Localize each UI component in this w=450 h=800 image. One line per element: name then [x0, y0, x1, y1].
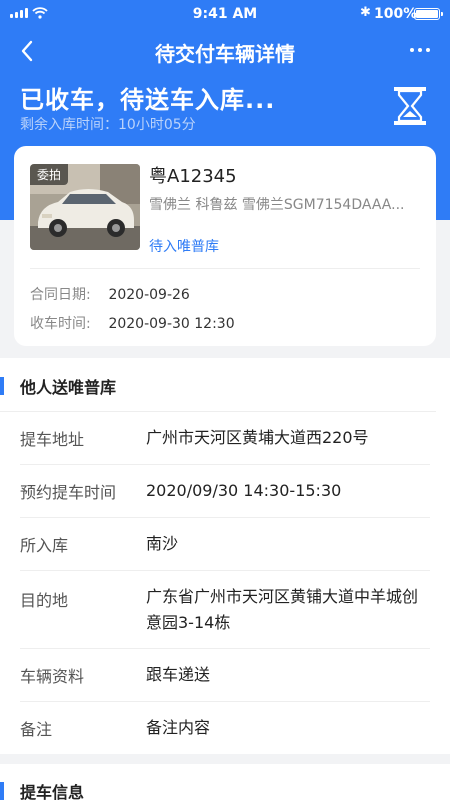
detail-label: 备注	[20, 720, 53, 739]
detail-label: 所入库	[20, 536, 69, 555]
detail-value: 2020/09/30 14:30-15:30	[146, 481, 342, 500]
nav-bar: 待交付车辆详情	[0, 32, 450, 72]
contract-date-label: 合同日期:	[30, 287, 91, 303]
receive-time-label: 收车时间:	[30, 316, 91, 332]
contract-date-row: 合同日期: 2020-09-26	[30, 284, 190, 304]
divider	[30, 268, 420, 269]
detail-row-warehouse: 所入库 南沙	[20, 518, 430, 571]
detail-label: 提车地址	[20, 430, 85, 449]
car-photo[interactable]: 委拍	[30, 164, 140, 250]
order-state-title: 已收车，待送车入库...	[20, 86, 276, 114]
pickup-section-title: 提车信息	[20, 783, 85, 800]
detail-value: 跟车递送	[146, 665, 211, 684]
detail-label: 车辆资料	[20, 667, 85, 686]
receive-time-row: 收车时间: 2020-09-30 12:30	[30, 313, 235, 333]
section-accent-bar	[0, 377, 4, 395]
pickup-section: 提车信息	[0, 764, 450, 800]
contract-date-value: 2020-09-26	[108, 287, 190, 303]
detail-row-vehicle-docs: 车辆资料 跟车递送	[20, 649, 430, 702]
detail-value: 备注内容	[146, 718, 211, 737]
delivery-section-title: 他人送唯普库	[20, 378, 117, 397]
delivery-section-header: 他人送唯普库	[0, 358, 436, 412]
car-model: 雪佛兰 科鲁兹 雪佛兰SGM7154DAAA...	[149, 197, 405, 213]
detail-value: 广东省广州市天河区黄铺大道中羊城创意园3-14栋	[146, 587, 419, 632]
section-accent-bar	[0, 782, 4, 800]
detail-row-remark: 备注 备注内容	[20, 702, 430, 755]
car-status: 待入唯普库	[149, 239, 219, 255]
remaining-time: 剩余入库时间：10小时05分	[20, 117, 196, 133]
detail-label: 目的地	[20, 591, 69, 610]
detail-label: 预约提车时间	[20, 483, 117, 502]
car-card[interactable]: 委拍 粤A12345 雪佛兰 科鲁兹 雪佛兰SGM7154DAAA... 待入唯…	[14, 146, 436, 346]
more-dots-icon[interactable]	[410, 40, 438, 60]
battery-percent: 100%	[374, 6, 418, 22]
car-tag: 委拍	[30, 164, 69, 185]
receive-time-value: 2020-09-30 12:30	[108, 316, 235, 332]
delivery-section: 他人送唯普库 提车地址 广州市天河区黄埔大道西220号 预约提车时间 2020/…	[0, 358, 450, 754]
bluetooth-icon: ✱	[360, 5, 371, 20]
detail-row-pickup-address: 提车地址 广州市天河区黄埔大道西220号	[20, 412, 430, 465]
status-bar: 9:41 AM ✱ 100%	[0, 0, 450, 28]
pickup-section-header: 提车信息	[0, 764, 436, 800]
hourglass-icon	[394, 87, 426, 125]
detail-value: 广州市天河区黄埔大道西220号	[146, 428, 369, 447]
detail-row-pickup-time: 预约提车时间 2020/09/30 14:30-15:30	[20, 465, 430, 518]
detail-row-destination: 目的地 广东省广州市天河区黄铺大道中羊城创意园3-14栋	[20, 571, 430, 649]
page-title: 待交付车辆详情	[155, 42, 295, 66]
license-plate: 粤A12345	[149, 166, 237, 187]
detail-value: 南沙	[146, 534, 179, 553]
battery-icon	[414, 8, 443, 20]
